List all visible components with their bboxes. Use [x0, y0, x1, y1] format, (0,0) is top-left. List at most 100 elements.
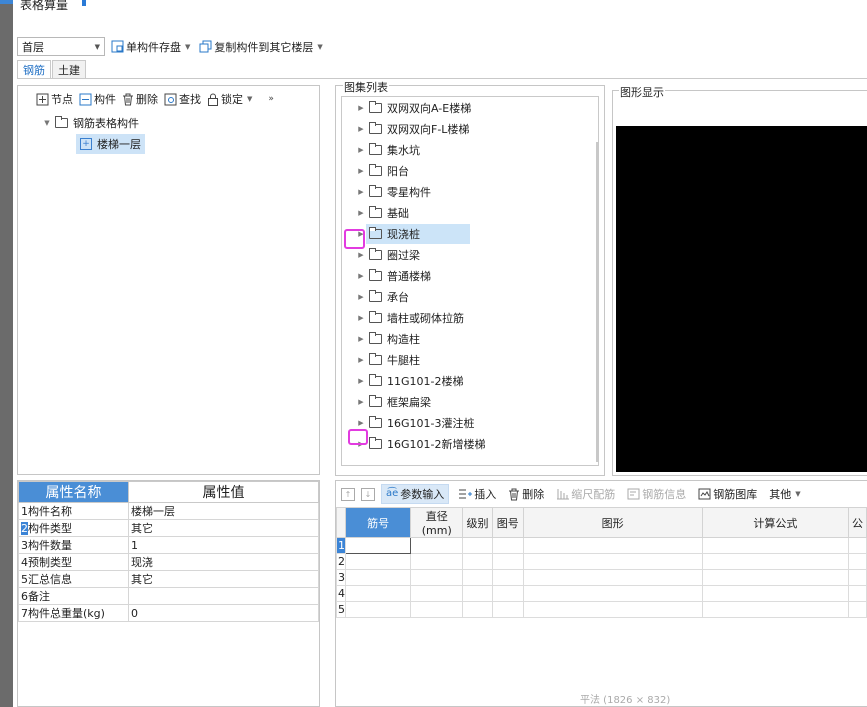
- property-value[interactable]: 楼梯一层: [128, 502, 319, 520]
- gallery-item[interactable]: ▶ 集水坑: [342, 139, 598, 160]
- chevron-right-icon[interactable]: ▶: [356, 209, 366, 217]
- table-cell[interactable]: [410, 537, 464, 554]
- table-row[interactable]: 4预制类型 现浇: [18, 553, 319, 571]
- table-row[interactable]: 5: [336, 601, 867, 618]
- property-value[interactable]: 现浇: [128, 553, 319, 571]
- property-value[interactable]: 其它: [128, 519, 319, 537]
- gallery-item-box[interactable]: 集水坑: [366, 140, 470, 160]
- move-down-icon[interactable]: ↓: [361, 487, 375, 501]
- scale-rebar-button[interactable]: 缩尺配筋: [553, 485, 618, 504]
- table-cell[interactable]: [522, 537, 703, 554]
- move-up-icon[interactable]: ↑: [341, 487, 355, 501]
- save-single-button[interactable]: 单构件存盘 ▼: [108, 37, 193, 56]
- header-shape[interactable]: 图形: [522, 507, 703, 538]
- chevron-right-icon[interactable]: ▶: [356, 251, 366, 259]
- graphic-canvas[interactable]: [616, 126, 867, 472]
- gallery-item-box[interactable]: 阳台: [366, 161, 459, 181]
- gallery-item[interactable]: ▶ 普通楼梯: [342, 265, 598, 286]
- gallery-item[interactable]: ▶ 牛腿柱: [342, 349, 598, 370]
- rebar-delete-button[interactable]: 删除: [505, 485, 547, 504]
- chevron-down-icon[interactable]: ▼: [185, 43, 190, 51]
- table-row[interactable]: 3构件数量 1: [18, 536, 319, 554]
- header-diameter[interactable]: 直径(mm): [410, 507, 464, 538]
- chevron-right-icon[interactable]: ▶: [356, 335, 366, 343]
- table-cell[interactable]: [522, 601, 703, 618]
- gallery-item[interactable]: ▶ 承台: [342, 286, 598, 307]
- table-cell[interactable]: [491, 569, 524, 586]
- gallery-item[interactable]: ▶ 零星构件: [342, 181, 598, 202]
- table-cell[interactable]: [410, 585, 464, 602]
- table-cell[interactable]: [462, 601, 493, 618]
- table-cell[interactable]: [344, 553, 412, 570]
- table-row[interactable]: 7构件总重量(kg) 0: [18, 604, 319, 622]
- tab-rebar[interactable]: 钢筋: [17, 60, 51, 79]
- table-cell[interactable]: [522, 585, 703, 602]
- chevron-right-icon[interactable]: ▶: [356, 188, 366, 196]
- rebar-library-button[interactable]: 钢筋图库: [695, 485, 760, 504]
- table-cell[interactable]: [701, 537, 850, 554]
- gallery-item-box[interactable]: 牛腿柱: [366, 350, 470, 370]
- gallery-item[interactable]: ▶ 现浇桩: [342, 223, 598, 244]
- gallery-item-box[interactable]: 圈过梁: [366, 245, 470, 265]
- gallery-item-box[interactable]: 承台: [366, 287, 459, 307]
- table-row[interactable]: 2: [336, 553, 867, 570]
- gallery-item[interactable]: ▶ 构造柱: [342, 328, 598, 349]
- table-cell[interactable]: [848, 585, 867, 602]
- copy-to-floor-button[interactable]: 复制构件到其它楼层 ▼: [196, 37, 325, 56]
- chevron-right-icon[interactable]: ▶: [356, 377, 366, 385]
- gallery-item[interactable]: ▶ 基础: [342, 202, 598, 223]
- table-cell[interactable]: [410, 601, 464, 618]
- table-row[interactable]: 1: [336, 537, 867, 554]
- table-cell[interactable]: [701, 585, 850, 602]
- gallery-item-box[interactable]: 基础: [366, 203, 459, 223]
- gallery-item-box[interactable]: 双网双向F-L楼梯: [366, 119, 519, 139]
- gallery-item-box[interactable]: 普通楼梯: [366, 266, 481, 286]
- table-row[interactable]: 2构件类型 其它: [18, 519, 319, 537]
- table-row[interactable]: 4: [336, 585, 867, 602]
- gallery-item[interactable]: ▶ 16G101-3灌注桩: [342, 412, 598, 433]
- gallery-item-box[interactable]: 双网双向A-E楼梯: [366, 98, 521, 118]
- table-cell[interactable]: [701, 569, 850, 586]
- header-bar-number[interactable]: 筋号: [344, 507, 412, 538]
- table-cell[interactable]: [462, 537, 493, 554]
- table-cell[interactable]: [344, 585, 412, 602]
- gallery-item[interactable]: ▶ 16G101-2新增楼梯: [342, 433, 598, 454]
- gallery-item-box[interactable]: 现浇桩: [366, 223, 470, 244]
- table-cell[interactable]: [491, 601, 524, 618]
- property-value[interactable]: 其它: [128, 570, 319, 588]
- chevron-right-icon[interactable]: ▶: [356, 314, 366, 322]
- gallery-item[interactable]: ▶ 11G101-2楼梯: [342, 370, 598, 391]
- property-value[interactable]: 1: [128, 536, 319, 554]
- floor-select[interactable]: 首层 ▼: [17, 37, 105, 56]
- table-row[interactable]: 3: [336, 569, 867, 586]
- table-cell[interactable]: [344, 537, 412, 554]
- gallery-item[interactable]: ▶ 墙柱或砌体拉筋: [342, 307, 598, 328]
- chevron-right-icon[interactable]: ▶: [356, 272, 366, 280]
- table-cell[interactable]: [848, 569, 867, 586]
- tree-item-root[interactable]: ▼ 钢筋表格构件: [18, 112, 319, 133]
- add-node-button[interactable]: 节点: [36, 90, 73, 109]
- table-cell[interactable]: [344, 601, 412, 618]
- gallery-item[interactable]: ▶ 双网双向A-E楼梯: [342, 97, 598, 118]
- gallery-item-box[interactable]: 16G101-2新增楼梯: [366, 434, 535, 454]
- gallery-item[interactable]: ▶ 圈过梁: [342, 244, 598, 265]
- table-cell[interactable]: [410, 553, 464, 570]
- chevron-down-icon[interactable]: ▼: [247, 95, 252, 103]
- table-row[interactable]: 1构件名称 楼梯一层: [18, 502, 319, 520]
- chevron-right-icon[interactable]: ▶: [356, 104, 366, 112]
- table-cell[interactable]: [522, 569, 703, 586]
- more-icon[interactable]: »: [268, 94, 274, 104]
- other-menu-button[interactable]: 其他 ▼: [766, 485, 803, 504]
- chevron-right-icon[interactable]: ▶: [356, 419, 366, 427]
- gallery-item-box[interactable]: 框架扁梁: [366, 392, 481, 412]
- header-figure-number[interactable]: 图号: [491, 507, 524, 538]
- chevron-down-icon[interactable]: ▼: [42, 119, 52, 127]
- header-formula-desc[interactable]: 公: [848, 507, 867, 538]
- param-input-button[interactable]: a͡e 参数输入: [381, 484, 450, 504]
- table-cell[interactable]: [491, 553, 524, 570]
- add-component-button[interactable]: 构件: [79, 90, 116, 109]
- table-cell[interactable]: [701, 601, 850, 618]
- tree-item-stair[interactable]: + 楼梯一层: [18, 133, 319, 154]
- gallery-item[interactable]: ▶ 阳台: [342, 160, 598, 181]
- table-row[interactable]: 6备注: [18, 587, 319, 605]
